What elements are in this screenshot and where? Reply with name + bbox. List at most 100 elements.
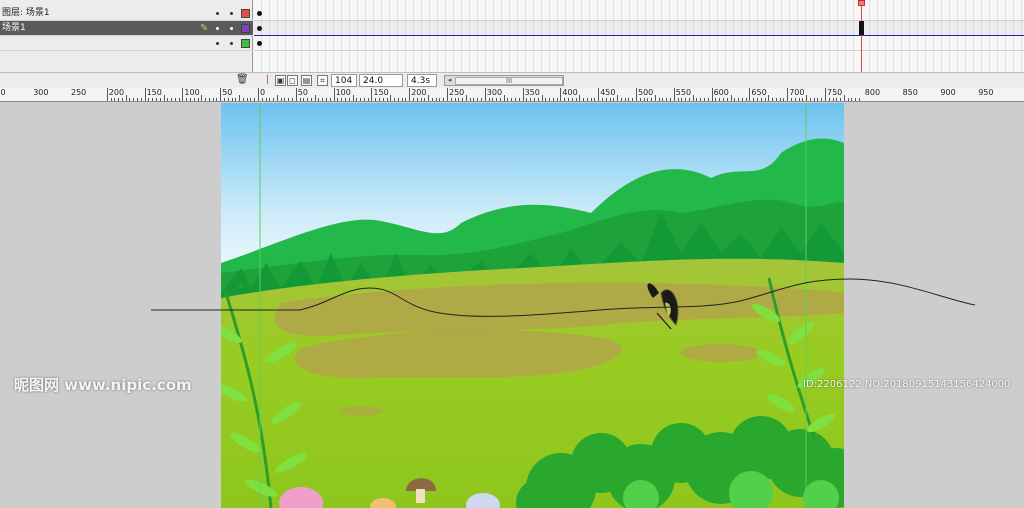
layer-row-third[interactable]: [0, 36, 253, 51]
workspace[interactable]: [0, 103, 1024, 508]
scroll-thumb[interactable]: III: [455, 77, 563, 85]
ruler-label: 450: [600, 88, 616, 97]
ruler-tick: [632, 98, 634, 101]
ruler-tick: [378, 98, 380, 101]
ruler-tick: [235, 98, 237, 101]
ruler-tick: [855, 98, 857, 101]
ruler-label: 150: [373, 88, 389, 97]
visibility-dot[interactable]: [216, 12, 219, 15]
playhead-line[interactable]: [861, 0, 862, 72]
ruler-tick: [825, 88, 826, 101]
ruler-tick: [242, 98, 244, 101]
ruler-tick: [280, 98, 282, 101]
keyframe-marker[interactable]: [257, 11, 262, 16]
ruler-tick: [337, 98, 339, 101]
ruler-tick: [261, 98, 263, 101]
ruler-tick: [756, 98, 758, 101]
ruler-tick: [707, 98, 709, 101]
ruler-tick: [809, 98, 811, 101]
keyframe-marker[interactable]: [257, 41, 262, 46]
layer-color-swatch[interactable]: [241, 39, 250, 48]
ruler-tick: [598, 88, 600, 101]
edit-multiple-icon[interactable]: ▤: [301, 75, 312, 86]
timeline-hscrollbar[interactable]: ◂ III: [444, 75, 564, 86]
ruler-tick: [382, 98, 384, 101]
lock-dot[interactable]: [230, 27, 233, 30]
ruler-label: 100: [184, 88, 200, 97]
frame-row[interactable]: [254, 21, 1024, 36]
ruler-tick: [700, 98, 702, 101]
ruler-tick: [575, 98, 577, 101]
ruler-tick: [511, 98, 513, 101]
ruler-tick: [201, 95, 203, 101]
ruler-tick: [273, 98, 275, 101]
frame-row[interactable]: [254, 6, 1024, 21]
ruler-tick: [806, 95, 808, 101]
ruler-tick: [178, 98, 180, 101]
ruler-tick: [688, 98, 690, 101]
ruler-tick: [424, 98, 426, 101]
playhead-center-icon[interactable]: ⎮: [262, 75, 273, 86]
layer-row-scene[interactable]: 图层: 场景1: [0, 6, 253, 21]
ruler-tick: [817, 98, 819, 101]
visibility-dot[interactable]: [216, 27, 219, 30]
ruler-tick: [344, 98, 346, 101]
center-frame-icon[interactable]: ⌗: [317, 75, 328, 86]
ruler-tick: [473, 98, 475, 101]
frame-row[interactable]: [254, 36, 1024, 51]
ruler-tick: [681, 98, 683, 101]
ruler-tick: [159, 98, 161, 101]
ruler-tick: [658, 98, 660, 101]
frame-grid[interactable]: [254, 0, 1024, 72]
ruler-tick: [613, 98, 615, 101]
ruler-tick: [730, 95, 732, 101]
scroll-left-icon[interactable]: ◂: [445, 76, 454, 85]
ruler-tick: [420, 98, 422, 101]
ruler-label: 500: [638, 88, 654, 97]
ruler-tick: [798, 98, 800, 101]
layer-row-selected[interactable]: 场景1 ✎: [0, 21, 253, 36]
current-frame-field[interactable]: 104: [331, 74, 357, 87]
ruler-tick: [715, 98, 717, 101]
frame-rate-field[interactable]: 24.0 fps: [359, 74, 403, 98]
ruler-tick: [155, 98, 157, 101]
playhead-handle[interactable]: [858, 0, 865, 6]
ruler-tick: [719, 98, 721, 101]
ruler-tick: [670, 98, 672, 101]
ruler-tick: [802, 98, 804, 101]
layer-color-swatch[interactable]: [241, 24, 250, 33]
ruler-label: 200: [411, 88, 427, 97]
layer-color-swatch[interactable]: [241, 9, 250, 18]
ruler-label: 50: [297, 88, 308, 97]
ruler-tick: [779, 98, 781, 101]
ruler-tick: [174, 98, 176, 101]
lock-dot[interactable]: [230, 12, 233, 15]
ruler-tick: [329, 98, 331, 101]
keyframe-marker[interactable]: [257, 26, 262, 31]
onion-skin-icon[interactable]: ▣: [275, 75, 286, 86]
visibility-dot[interactable]: [216, 42, 219, 45]
ruler-label: 650: [751, 88, 767, 97]
layer-name: 图层: 场景1: [2, 8, 50, 18]
ruler-tick: [254, 98, 256, 101]
ruler-tick: [227, 98, 229, 101]
ruler-tick: [220, 88, 222, 101]
ruler-tick: [651, 98, 653, 101]
ruler-tick: [216, 98, 218, 101]
ruler-tick: [828, 98, 830, 101]
onion-outline-icon[interactable]: ◻: [287, 75, 298, 86]
ruler-tick: [564, 98, 566, 101]
ruler-tick: [197, 98, 199, 101]
trash-icon[interactable]: 🗑: [236, 75, 249, 86]
ruler-tick: [284, 98, 286, 101]
ruler-tick: [620, 98, 622, 101]
lock-dot[interactable]: [230, 42, 233, 45]
ruler-tick: [322, 98, 324, 101]
ruler-tick: [288, 98, 290, 101]
ruler-tick: [428, 95, 430, 101]
ruler-tick: [390, 95, 392, 101]
ruler-tick: [704, 98, 706, 101]
ruler-label: 400: [562, 88, 578, 97]
ruler-tick: [106, 88, 108, 101]
ruler-tick: [579, 95, 581, 101]
